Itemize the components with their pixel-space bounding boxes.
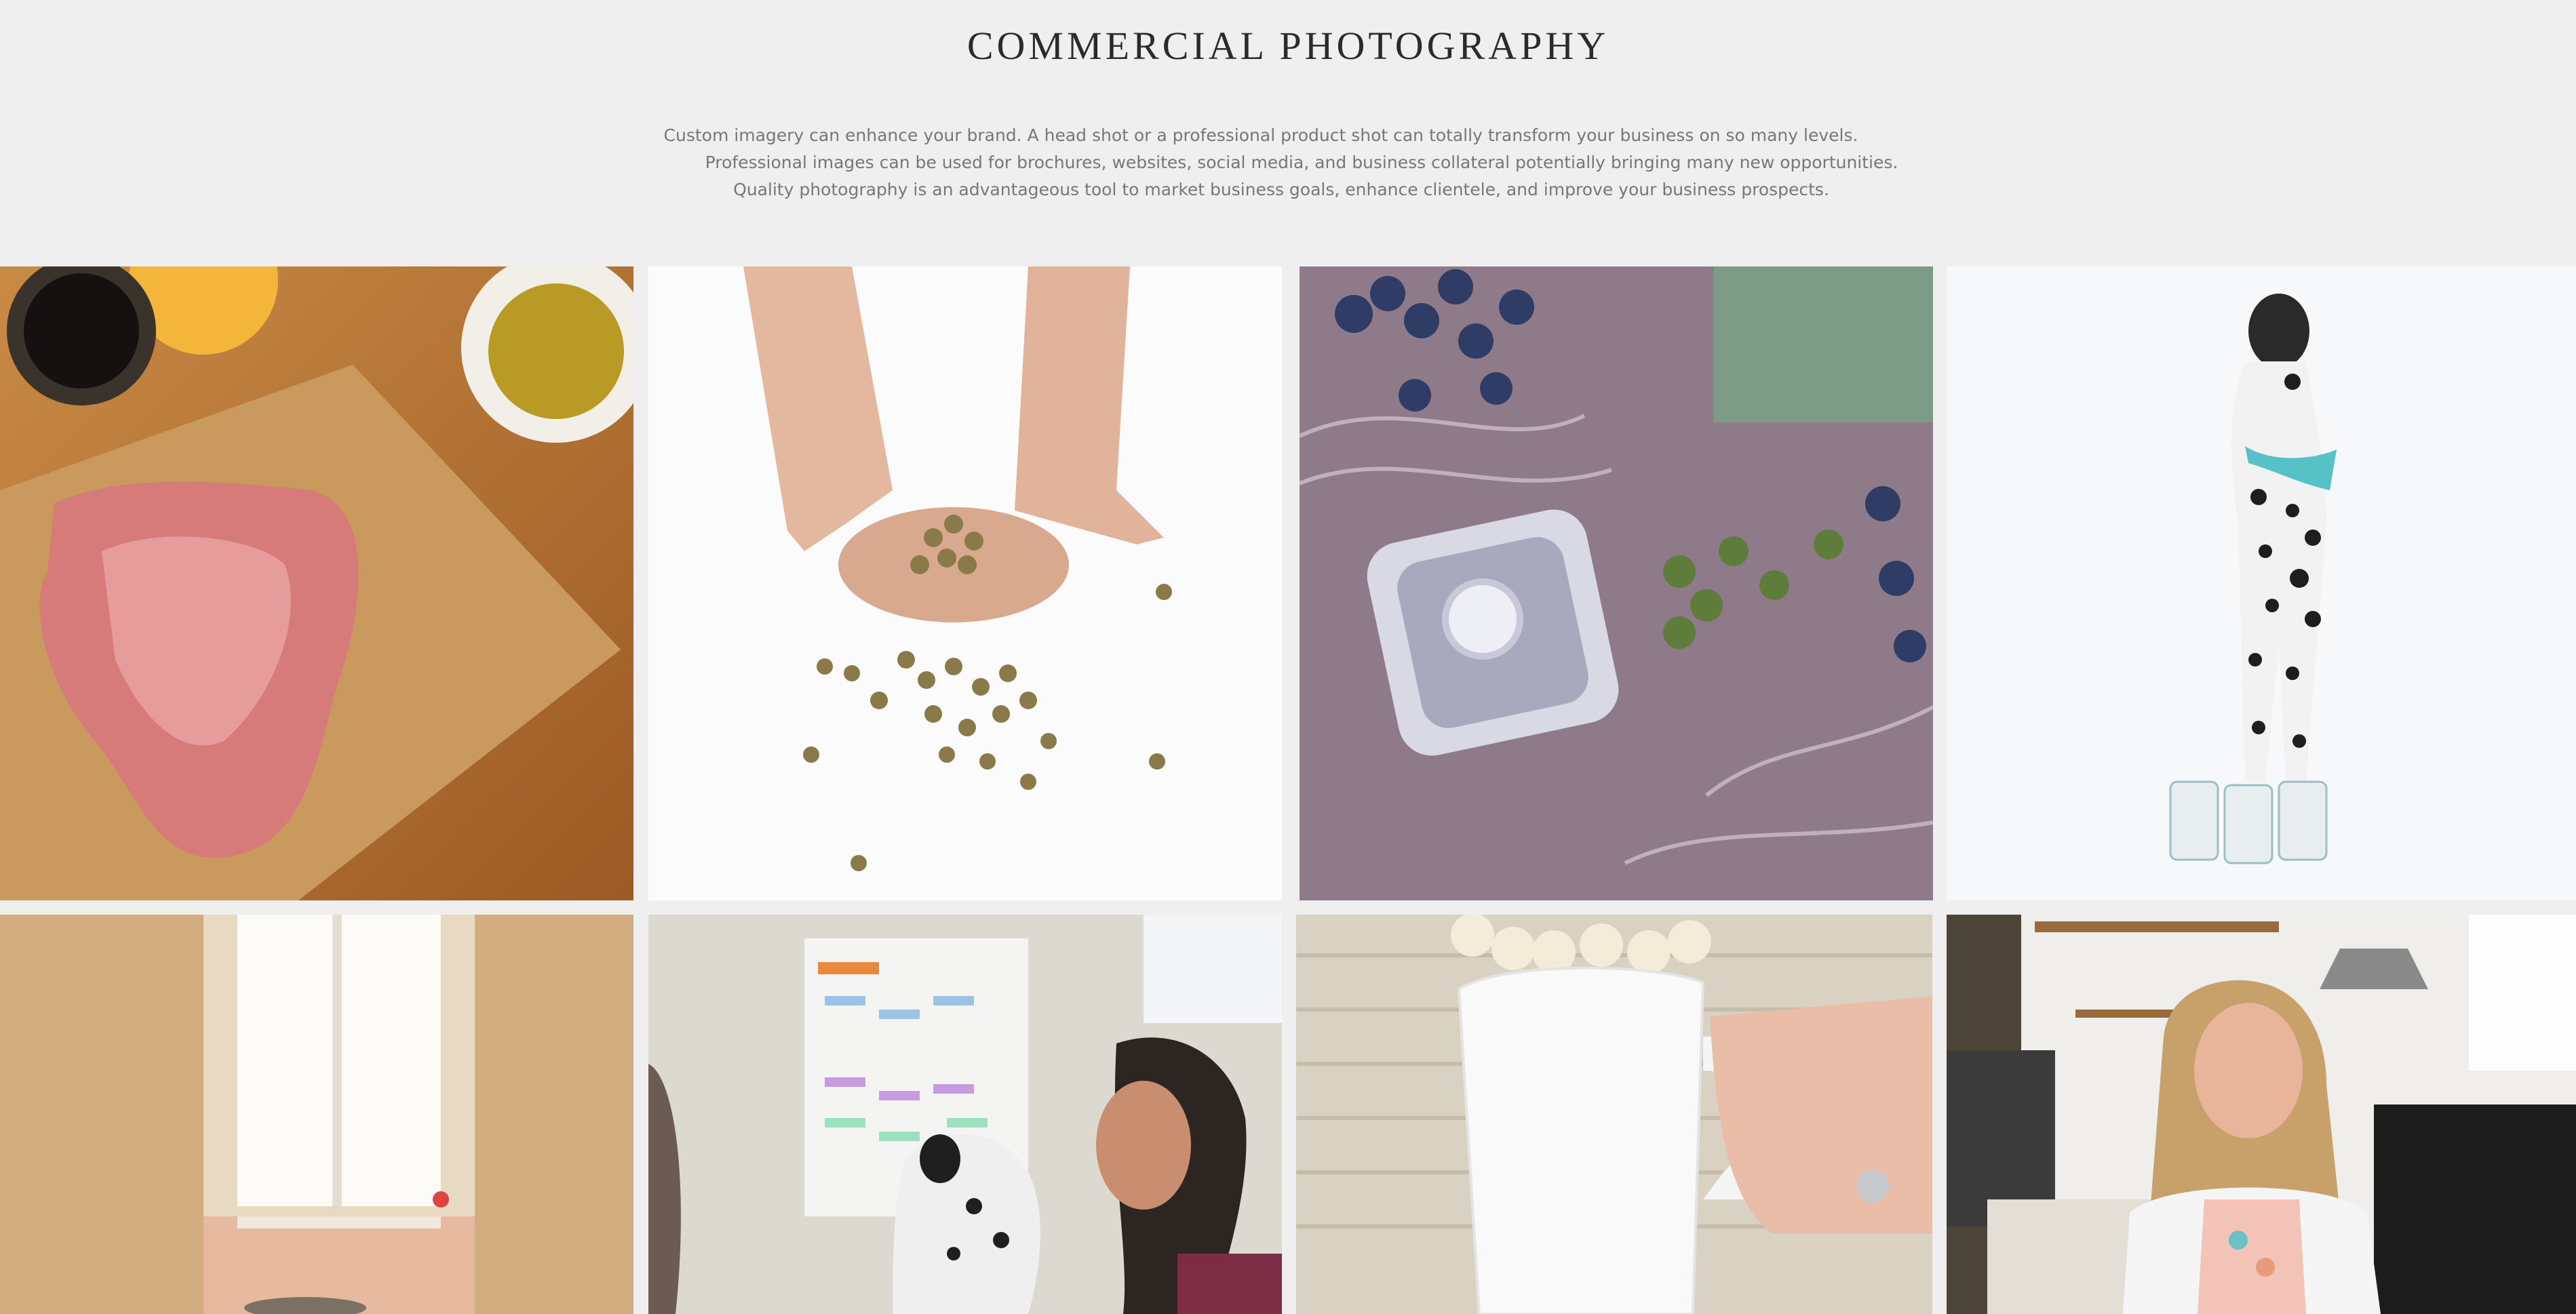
page-title: COMMERCIAL PHOTOGRAPHY [967, 24, 1609, 68]
intro-line: Custom imagery can enhance your brand. A… [663, 125, 1858, 145]
gallery-photo-ring-box[interactable] [1300, 266, 1933, 900]
gallery-photo-dalmatian[interactable] [1947, 266, 2576, 900]
gallery-photo-people-dalmatian[interactable] [648, 915, 1282, 1314]
intro-text: Custom imagery can enhance your brand. A… [0, 122, 2576, 203]
gallery-photo-meat[interactable] [0, 266, 633, 900]
gallery-photo-pet-food-hands[interactable] [648, 266, 1282, 900]
intro-line: Professional images can be used for broc… [705, 153, 1898, 172]
gallery-photo-woman-kitchen[interactable] [1947, 915, 2576, 1314]
intro-line: Quality photography is an advantageous t… [733, 180, 1829, 199]
gallery-photo-mug[interactable] [1296, 915, 1932, 1314]
gallery-photo-window-room[interactable] [0, 915, 633, 1314]
